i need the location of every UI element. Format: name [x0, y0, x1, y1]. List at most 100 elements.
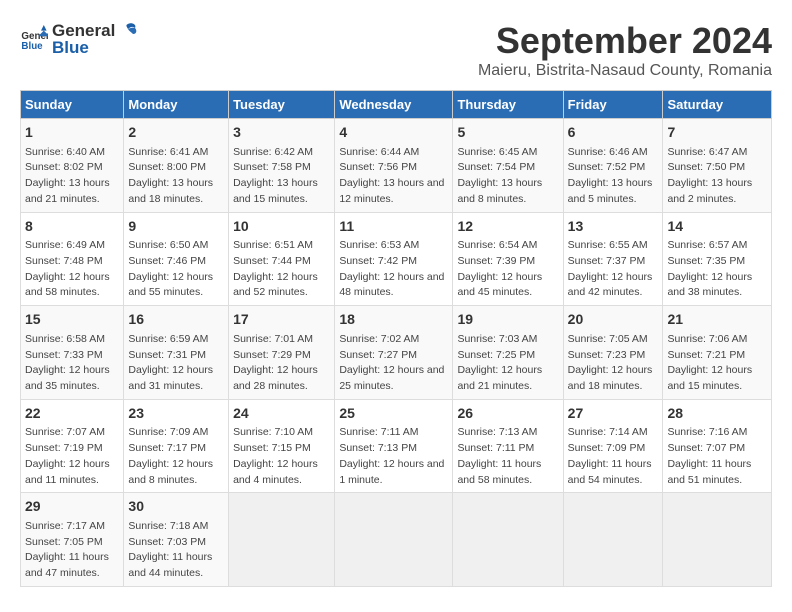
calendar-week-row: 22 Sunrise: 7:07 AMSunset: 7:19 PMDaylig… [21, 399, 772, 493]
day-number: 30 [128, 497, 224, 517]
day-info: Sunrise: 6:59 AMSunset: 7:31 PMDaylight:… [128, 332, 224, 395]
calendar-cell: 11 Sunrise: 6:53 AMSunset: 7:42 PMDaylig… [335, 212, 453, 306]
day-info: Sunrise: 6:41 AMSunset: 8:00 PMDaylight:… [128, 145, 224, 208]
day-info: Sunrise: 6:51 AMSunset: 7:44 PMDaylight:… [233, 238, 330, 301]
day-number: 13 [568, 217, 659, 237]
day-info: Sunrise: 7:13 AMSunset: 7:11 PMDaylight:… [457, 425, 558, 488]
column-header-sunday: Sunday [21, 91, 124, 119]
column-header-monday: Monday [124, 91, 229, 119]
calendar-cell [563, 493, 663, 587]
calendar-cell: 19 Sunrise: 7:03 AMSunset: 7:25 PMDaylig… [453, 306, 563, 400]
calendar-cell: 18 Sunrise: 7:02 AMSunset: 7:27 PMDaylig… [335, 306, 453, 400]
calendar-cell: 8 Sunrise: 6:49 AMSunset: 7:48 PMDayligh… [21, 212, 124, 306]
day-number: 7 [667, 123, 767, 143]
calendar-cell: 13 Sunrise: 6:55 AMSunset: 7:37 PMDaylig… [563, 212, 663, 306]
day-number: 12 [457, 217, 558, 237]
day-number: 29 [25, 497, 119, 517]
day-info: Sunrise: 7:09 AMSunset: 7:17 PMDaylight:… [128, 425, 224, 488]
day-info: Sunrise: 7:06 AMSunset: 7:21 PMDaylight:… [667, 332, 767, 395]
calendar-cell: 27 Sunrise: 7:14 AMSunset: 7:09 PMDaylig… [563, 399, 663, 493]
calendar-cell: 22 Sunrise: 7:07 AMSunset: 7:19 PMDaylig… [21, 399, 124, 493]
day-info: Sunrise: 7:03 AMSunset: 7:25 PMDaylight:… [457, 332, 558, 395]
calendar-week-row: 8 Sunrise: 6:49 AMSunset: 7:48 PMDayligh… [21, 212, 772, 306]
calendar-cell: 24 Sunrise: 7:10 AMSunset: 7:15 PMDaylig… [229, 399, 335, 493]
day-info: Sunrise: 6:55 AMSunset: 7:37 PMDaylight:… [568, 238, 659, 301]
day-number: 8 [25, 217, 119, 237]
logo: General Blue General Blue [20, 20, 139, 58]
day-info: Sunrise: 6:54 AMSunset: 7:39 PMDaylight:… [457, 238, 558, 301]
day-info: Sunrise: 7:10 AMSunset: 7:15 PMDaylight:… [233, 425, 330, 488]
day-number: 24 [233, 404, 330, 424]
calendar-cell: 7 Sunrise: 6:47 AMSunset: 7:50 PMDayligh… [663, 119, 772, 213]
day-info: Sunrise: 6:40 AMSunset: 8:02 PMDaylight:… [25, 145, 119, 208]
day-info: Sunrise: 7:17 AMSunset: 7:05 PMDaylight:… [25, 519, 119, 582]
calendar-cell: 21 Sunrise: 7:06 AMSunset: 7:21 PMDaylig… [663, 306, 772, 400]
calendar-cell [663, 493, 772, 587]
day-info: Sunrise: 7:18 AMSunset: 7:03 PMDaylight:… [128, 519, 224, 582]
calendar-cell: 14 Sunrise: 6:57 AMSunset: 7:35 PMDaylig… [663, 212, 772, 306]
day-number: 17 [233, 310, 330, 330]
day-number: 11 [339, 217, 448, 237]
calendar-cell: 25 Sunrise: 7:11 AMSunset: 7:13 PMDaylig… [335, 399, 453, 493]
title-area: September 2024 Maieru, Bistrita-Nasaud C… [478, 20, 772, 80]
day-number: 2 [128, 123, 224, 143]
day-number: 26 [457, 404, 558, 424]
day-number: 25 [339, 404, 448, 424]
calendar-week-row: 1 Sunrise: 6:40 AMSunset: 8:02 PMDayligh… [21, 119, 772, 213]
calendar-cell: 4 Sunrise: 6:44 AMSunset: 7:56 PMDayligh… [335, 119, 453, 213]
day-number: 27 [568, 404, 659, 424]
calendar-cell: 5 Sunrise: 6:45 AMSunset: 7:54 PMDayligh… [453, 119, 563, 213]
calendar-cell [229, 493, 335, 587]
day-number: 1 [25, 123, 119, 143]
calendar-cell: 28 Sunrise: 7:16 AMSunset: 7:07 PMDaylig… [663, 399, 772, 493]
day-info: Sunrise: 6:44 AMSunset: 7:56 PMDaylight:… [339, 145, 448, 208]
day-info: Sunrise: 7:11 AMSunset: 7:13 PMDaylight:… [339, 425, 448, 488]
calendar-cell: 20 Sunrise: 7:05 AMSunset: 7:23 PMDaylig… [563, 306, 663, 400]
column-header-wednesday: Wednesday [335, 91, 453, 119]
calendar-cell: 17 Sunrise: 7:01 AMSunset: 7:29 PMDaylig… [229, 306, 335, 400]
calendar-table: SundayMondayTuesdayWednesdayThursdayFrid… [20, 90, 772, 587]
calendar-week-row: 29 Sunrise: 7:17 AMSunset: 7:05 PMDaylig… [21, 493, 772, 587]
calendar-cell: 12 Sunrise: 6:54 AMSunset: 7:39 PMDaylig… [453, 212, 563, 306]
calendar-cell: 30 Sunrise: 7:18 AMSunset: 7:03 PMDaylig… [124, 493, 229, 587]
column-header-friday: Friday [563, 91, 663, 119]
day-number: 4 [339, 123, 448, 143]
day-number: 14 [667, 217, 767, 237]
calendar-header-row: SundayMondayTuesdayWednesdayThursdayFrid… [21, 91, 772, 119]
day-info: Sunrise: 7:01 AMSunset: 7:29 PMDaylight:… [233, 332, 330, 395]
day-number: 20 [568, 310, 659, 330]
calendar-cell: 9 Sunrise: 6:50 AMSunset: 7:46 PMDayligh… [124, 212, 229, 306]
day-number: 16 [128, 310, 224, 330]
calendar-cell: 16 Sunrise: 6:59 AMSunset: 7:31 PMDaylig… [124, 306, 229, 400]
day-number: 15 [25, 310, 119, 330]
day-info: Sunrise: 7:02 AMSunset: 7:27 PMDaylight:… [339, 332, 448, 395]
page-subtitle: Maieru, Bistrita-Nasaud County, Romania [478, 62, 772, 80]
column-header-saturday: Saturday [663, 91, 772, 119]
day-number: 28 [667, 404, 767, 424]
day-info: Sunrise: 7:07 AMSunset: 7:19 PMDaylight:… [25, 425, 119, 488]
day-number: 22 [25, 404, 119, 424]
calendar-cell [335, 493, 453, 587]
calendar-week-row: 15 Sunrise: 6:58 AMSunset: 7:33 PMDaylig… [21, 306, 772, 400]
calendar-cell: 1 Sunrise: 6:40 AMSunset: 8:02 PMDayligh… [21, 119, 124, 213]
day-info: Sunrise: 6:57 AMSunset: 7:35 PMDaylight:… [667, 238, 767, 301]
day-number: 23 [128, 404, 224, 424]
calendar-cell: 15 Sunrise: 6:58 AMSunset: 7:33 PMDaylig… [21, 306, 124, 400]
day-info: Sunrise: 6:42 AMSunset: 7:58 PMDaylight:… [233, 145, 330, 208]
calendar-cell: 26 Sunrise: 7:13 AMSunset: 7:11 PMDaylig… [453, 399, 563, 493]
svg-text:Blue: Blue [21, 41, 43, 52]
calendar-cell: 29 Sunrise: 7:17 AMSunset: 7:05 PMDaylig… [21, 493, 124, 587]
calendar-cell: 6 Sunrise: 6:46 AMSunset: 7:52 PMDayligh… [563, 119, 663, 213]
day-number: 9 [128, 217, 224, 237]
day-number: 6 [568, 123, 659, 143]
day-number: 5 [457, 123, 558, 143]
day-info: Sunrise: 7:05 AMSunset: 7:23 PMDaylight:… [568, 332, 659, 395]
calendar-body: 1 Sunrise: 6:40 AMSunset: 8:02 PMDayligh… [21, 119, 772, 587]
calendar-cell: 23 Sunrise: 7:09 AMSunset: 7:17 PMDaylig… [124, 399, 229, 493]
page-header: General Blue General Blue September 2024… [20, 20, 772, 80]
day-info: Sunrise: 6:47 AMSunset: 7:50 PMDaylight:… [667, 145, 767, 208]
column-header-tuesday: Tuesday [229, 91, 335, 119]
day-number: 3 [233, 123, 330, 143]
day-number: 18 [339, 310, 448, 330]
day-info: Sunrise: 6:45 AMSunset: 7:54 PMDaylight:… [457, 145, 558, 208]
